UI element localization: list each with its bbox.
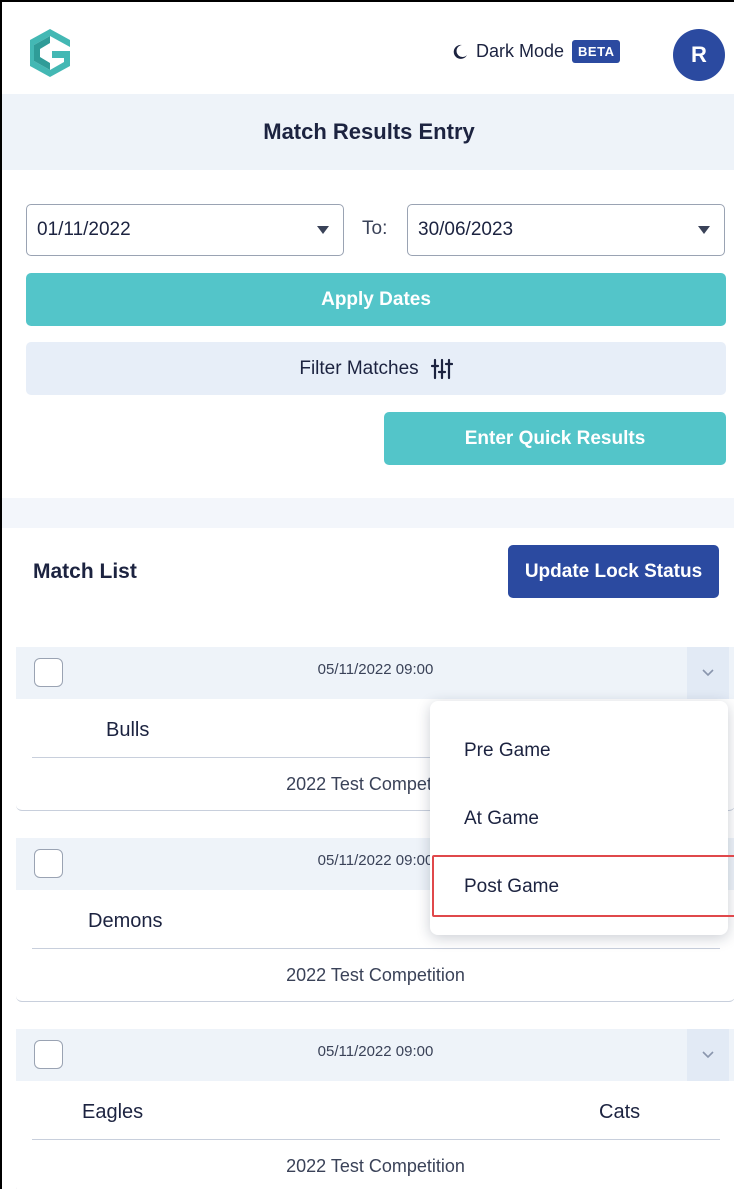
enter-quick-results-button[interactable]: Enter Quick Results	[384, 412, 726, 465]
post-game-highlight-box	[432, 855, 734, 917]
match-datetime: 05/11/2022 09:00	[317, 661, 434, 678]
match-list-title: Match List	[33, 560, 137, 583]
filter-matches-label: Filter Matches	[299, 357, 419, 379]
match-card-header: 05/11/2022 09:00	[16, 647, 734, 699]
home-team: Demons	[88, 910, 163, 932]
dark-mode-label: Dark Mode	[476, 41, 565, 61]
app-frame: Dark Mode BETA R Match Results Entry 01/…	[0, 0, 734, 1189]
beta-badge: BETA	[572, 40, 621, 63]
chevron-down-icon	[702, 1051, 714, 1059]
chevron-down-icon	[702, 669, 714, 677]
match-status-dropdown-button[interactable]	[687, 1029, 729, 1081]
match-status-dropdown-button[interactable]	[687, 647, 729, 699]
to-label: To:	[362, 218, 388, 239]
to-date-select[interactable]: 30/06/2023	[407, 204, 725, 256]
dark-mode-toggle[interactable]: Dark Mode BETA	[452, 40, 621, 63]
divider	[32, 1139, 720, 1140]
home-team: Bulls	[106, 719, 150, 741]
brand-g-logo-icon[interactable]	[26, 27, 74, 79]
match-card: 05/11/2022 09:00 Eagles Cats 2022 Test C…	[16, 1029, 734, 1189]
caret-down-icon	[317, 226, 329, 234]
moon-icon	[453, 44, 467, 59]
section-divider	[2, 498, 734, 528]
match-card-header: 05/11/2022 09:00	[16, 1029, 734, 1081]
match-datetime: 05/11/2022 09:00	[317, 1043, 434, 1060]
menu-item-pre-game[interactable]: Pre Game	[430, 727, 728, 775]
competition-name: 2022 Test Competition	[286, 965, 465, 985]
from-date-value: 01/11/2022	[37, 219, 131, 240]
top-bar: Dark Mode BETA R	[2, 2, 734, 94]
away-team: Cats	[599, 1101, 641, 1123]
apply-dates-button[interactable]: Apply Dates	[26, 273, 726, 326]
menu-item-at-game[interactable]: At Game	[430, 795, 728, 843]
sliders-icon	[430, 358, 453, 379]
page-title: Match Results Entry	[2, 94, 734, 170]
competition-name: 2022 Test Competition	[286, 1156, 465, 1176]
to-date-value: 30/06/2023	[418, 219, 514, 240]
caret-down-icon	[698, 226, 710, 234]
divider	[32, 948, 720, 949]
home-team: Eagles	[82, 1101, 144, 1123]
filter-matches-button[interactable]: Filter Matches	[26, 342, 726, 395]
update-lock-status-button[interactable]: Update Lock Status	[508, 545, 719, 598]
from-date-select[interactable]: 01/11/2022	[26, 204, 344, 256]
user-avatar[interactable]: R	[673, 29, 725, 81]
